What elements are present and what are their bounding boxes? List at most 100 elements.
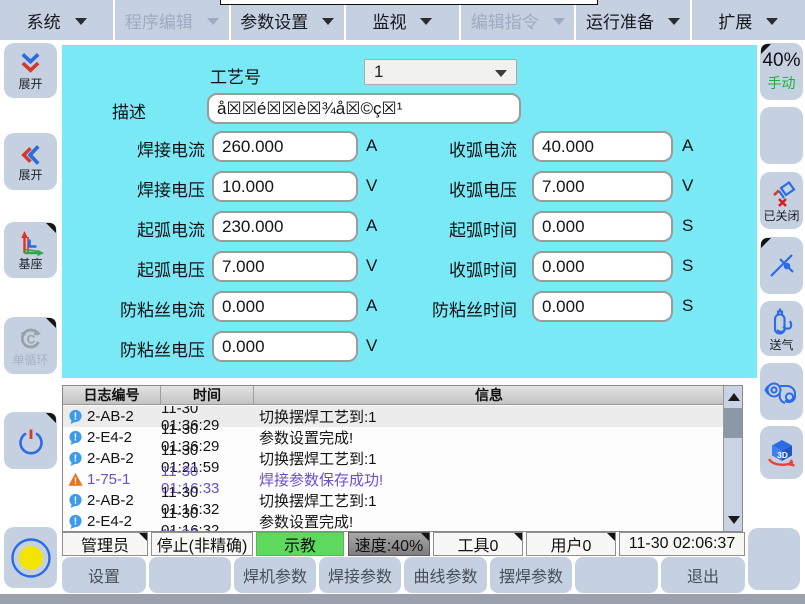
field-label: 起弧电流 (80, 216, 205, 241)
field-input-l5[interactable]: 0.000 (212, 331, 358, 362)
field-unit: V (366, 336, 377, 356)
welder-params-button[interactable]: 焊机参数 (234, 557, 316, 593)
sidebar-button-welder-status[interactable]: 已关闭 (760, 172, 803, 229)
blank-a-button[interactable] (149, 557, 231, 593)
button-label: 焊接参数 (328, 563, 392, 587)
menu-item-运行准备[interactable]: 运行准备 (576, 0, 689, 40)
sidebar-button-gas-feed[interactable]: 送气 (760, 301, 803, 356)
button-label: 退出 (687, 563, 719, 587)
scroll-down-icon[interactable] (728, 516, 740, 524)
status-label: 工具0 (458, 532, 499, 556)
sidebar-button-single-cycle[interactable]: C单循环 (4, 317, 57, 374)
field-label: 起弧时间 (412, 216, 517, 241)
log-message: 切换摆焊工艺到:1 (254, 448, 724, 469)
sidebar-button-power[interactable] (4, 412, 57, 469)
welding-parameter-panel: 工艺号 1 描述 å☒☒é☒☒è☒¾å☒©ç☒¹ 焊接电流260.000A收弧电… (62, 45, 757, 378)
process-number-select[interactable]: 1 (364, 59, 517, 85)
field-input-r3[interactable]: 0.000 (532, 251, 673, 282)
log-message: 焊接参数保存成功! (254, 469, 724, 490)
status-label: 用户0 (551, 532, 592, 556)
chevron-down-icon (495, 70, 507, 77)
chevron-down-icon (420, 18, 432, 25)
field-unit: A (366, 296, 377, 316)
field-input-r4[interactable]: 0.000 (532, 291, 673, 322)
menu-item-扩展[interactable]: 扩展 (692, 0, 805, 40)
menu-item-系统[interactable]: 系统 (0, 0, 113, 40)
menu-item-监视[interactable]: 监视 (346, 0, 459, 40)
status-label: 管理员 (81, 532, 129, 556)
expand-left-icon (17, 142, 44, 168)
joystick-icon (764, 377, 800, 407)
status-clock[interactable]: 11-30 02:06:37 (619, 532, 745, 556)
scrollbar-thumb[interactable] (724, 408, 743, 438)
status-user-role[interactable]: 管理员 (62, 532, 148, 556)
chevron-down-icon (766, 18, 778, 25)
field-input-r2[interactable]: 0.000 (532, 211, 673, 242)
sidebar-button-rotate-3d[interactable]: 3D (760, 426, 803, 479)
field-input-l4[interactable]: 0.000 (212, 291, 358, 322)
sidebar-button-blank-1[interactable] (760, 107, 803, 164)
welding-params-button[interactable]: 焊接参数 (319, 557, 401, 593)
field-unit: A (682, 136, 693, 156)
status-label: 示教 (284, 532, 316, 556)
sidebar-button-label: 基座 (18, 258, 42, 271)
chevron-down-icon (553, 18, 565, 25)
menu-item-label: 系统 (27, 8, 61, 33)
status-user-frame[interactable]: 用户0 (526, 532, 616, 556)
menu-item-程序编辑[interactable]: 程序编辑 (115, 0, 228, 40)
field-input-l0[interactable]: 260.000 (212, 131, 358, 162)
warn-icon: ! (68, 472, 83, 487)
description-input[interactable]: å☒☒é☒☒è☒¾å☒©ç☒¹ (207, 93, 521, 124)
sidebar-button-torch[interactable] (760, 237, 803, 294)
status-motion-state[interactable]: 停止(非精确) (151, 532, 253, 556)
sidebar-button-expand-down[interactable]: 展开 (4, 43, 57, 98)
button-label: 焊机参数 (243, 563, 307, 587)
curve-params-button[interactable]: 曲线参数 (404, 557, 487, 593)
chevron-down-icon (207, 18, 219, 25)
status-tool[interactable]: 工具0 (433, 532, 523, 556)
info-icon: ! (68, 493, 83, 508)
field-label: 防粘丝电压 (80, 336, 205, 361)
scroll-up-icon[interactable] (728, 393, 740, 401)
field-label: 收弧电流 (412, 136, 517, 161)
field-input-l2[interactable]: 230.000 (212, 211, 358, 242)
blank-b-button[interactable] (575, 557, 658, 593)
field-input-l1[interactable]: 10.000 (212, 171, 358, 202)
sidebar-button-base-frame[interactable]: 基座 (4, 222, 57, 278)
info-icon: ! (68, 409, 83, 424)
status-speed[interactable]: 速度:40% (348, 532, 430, 556)
menu-item-参数设置[interactable]: 参数设置 (231, 0, 344, 40)
svg-text:C: C (26, 332, 35, 346)
field-unit: S (682, 216, 693, 236)
log-scrollbar[interactable] (723, 386, 742, 531)
svg-text:!: ! (74, 432, 77, 443)
corner-mark-icon (46, 413, 56, 423)
log-header-time: 时间 (161, 386, 254, 404)
field-label: 收弧时间 (412, 256, 517, 281)
sidebar-button-speed-mode[interactable]: 40%手动 (760, 43, 803, 100)
field-input-r0[interactable]: 40.000 (532, 131, 673, 162)
status-teach-mode[interactable]: 示教 (256, 532, 344, 556)
settings-button[interactable]: 设置 (62, 557, 146, 593)
sidebar-button-joystick[interactable] (760, 363, 803, 420)
button-label: 设置 (88, 563, 120, 587)
corner-mark-icon (761, 44, 771, 54)
button-label: 摆焊参数 (499, 563, 563, 587)
field-input-r1[interactable]: 7.000 (532, 171, 673, 202)
chevron-down-icon (668, 18, 680, 25)
corner-mark-icon (514, 533, 522, 541)
menu-item-label: 编辑指令 (471, 8, 539, 33)
weave-params-button[interactable]: 摆焊参数 (490, 557, 572, 593)
expand-down-icon (17, 51, 44, 77)
sidebar-button-expand-left[interactable]: 展开 (4, 133, 57, 190)
sidebar-button-label: 已关闭 (763, 210, 799, 223)
status-label: 11-30 02:06:37 (629, 535, 735, 553)
exit-button[interactable]: 退出 (661, 557, 745, 593)
status-bar: 管理员停止(非精确) 示教 速度:40% 工具0 用户0 11-30 02:06:37 (0, 532, 805, 557)
field-input-l3[interactable]: 7.000 (212, 251, 358, 282)
log-id: 2-E4-2 (87, 429, 161, 446)
sidebar-button-label: 展开 (18, 78, 42, 91)
torch-icon (767, 251, 797, 281)
info-icon: ! (68, 430, 83, 445)
menu-item-编辑指令[interactable]: 编辑指令 (461, 0, 574, 40)
